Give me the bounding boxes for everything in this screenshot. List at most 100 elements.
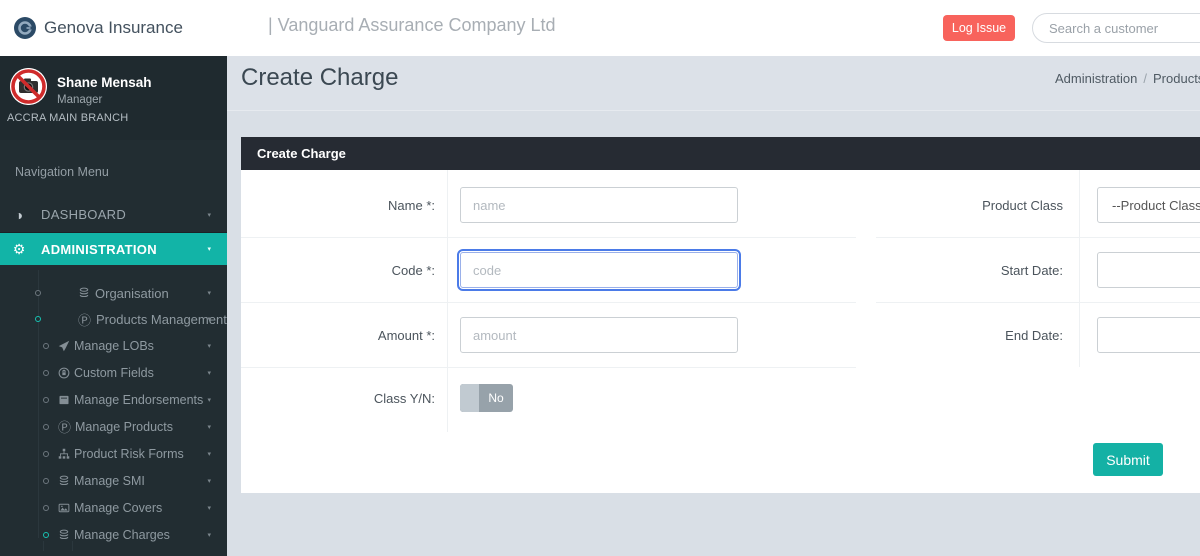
breadcrumb: Administration / Products Management [1055,71,1200,86]
chevron-down-icon: ▾ [207,504,211,512]
sidebar-item-label: Manage LOBs [74,339,154,353]
sidebar-item-label: Manage SMI [74,474,145,488]
class-yn-toggle[interactable]: No [460,384,513,412]
page-title: Create Charge [241,64,398,92]
user-panel: Shane Mensah Manager ACCRA MAIN BRANCH [0,56,227,140]
sidebar-item-dashboard[interactable]: ◑ DASHBOARD ▾ [0,197,227,232]
bullet-icon [43,343,49,349]
sidebar-item-manage-lobs[interactable]: Manage LOBs ▾ [0,332,227,359]
chevron-down-icon: ▾ [207,423,211,431]
end-date-input[interactable] [1097,317,1200,353]
customer-search-input[interactable] [1032,13,1200,43]
sidebar-item-label: Manage Products [75,420,173,434]
name-input[interactable] [460,187,738,223]
sitemap-icon [58,448,70,460]
toggle-state-label: No [479,384,513,412]
sidebar-item-label: Organisation [95,286,169,301]
column-divider [447,170,448,432]
chevron-down-icon: ▾ [207,450,211,458]
gear-icon: ⚙ [10,241,28,258]
dashboard-icon: ◑ [10,207,28,223]
chevron-down-icon: ▾ [207,315,211,323]
bullet-icon [43,424,49,430]
chevron-down-icon: ▾ [207,477,211,485]
sidebar-item-manage-covers[interactable]: Manage Covers ▾ [0,494,227,521]
breadcrumb-separator: / [1143,71,1147,86]
lock-circle-icon [58,367,70,379]
chevron-down-icon: ▾ [207,396,211,404]
user-branch: ACCRA MAIN BRANCH [7,112,128,124]
bullet-icon [35,316,41,322]
sidebar-item-products-management[interactable]: Ⓟ Products Management ▾ [0,306,227,332]
sidebar-item-label: Manage Charges [74,528,170,542]
chevron-down-icon: ▾ [207,369,211,377]
bullet-icon [43,478,49,484]
bullet-icon [43,397,49,403]
chevron-down-icon: ▾ [207,342,211,350]
sidebar-item-label: Product Risk Forms [74,447,184,461]
brand-name: Genova Insurance [44,18,183,38]
sidebar-item-product-risk-forms[interactable]: Product Risk Forms ▾ [0,440,227,467]
brand-logo-icon [13,16,37,40]
amount-input[interactable] [460,317,738,353]
company-title: | Vanguard Assurance Company Ltd [268,15,556,36]
user-role: Manager [57,94,102,106]
sidebar-item-manage-charges[interactable]: Manage Charges ▾ [0,521,227,548]
paper-plane-icon [58,340,70,352]
sidebar-item-manage-products[interactable]: Ⓟ Manage Products ▾ [0,413,227,440]
sidebar-item-manage-endorsements[interactable]: Manage Endorsements ▾ [0,386,227,413]
breadcrumb-section[interactable]: Administration [1055,71,1137,86]
column-divider [1079,170,1080,367]
start-date-input[interactable] [1097,252,1200,288]
breadcrumb-page: Products Management [1153,71,1200,86]
sidebar-item-label: Manage Covers [74,501,162,515]
chevron-down-icon: ▾ [207,531,211,539]
avatar [10,68,47,105]
nav-menu-header: Navigation Menu [0,140,227,179]
row-divider [241,302,856,303]
coins-icon [78,287,90,299]
sidebar-item-custom-fields[interactable]: Custom Fields ▾ [0,359,227,386]
sidebar-item-organisation[interactable]: Organisation ▾ [0,280,227,306]
code-label: Code *: [255,263,435,278]
note-icon [58,394,70,406]
sidebar-item-manage-smi[interactable]: Manage SMI ▾ [0,467,227,494]
chevron-down-icon: ▾ [207,289,211,297]
chevron-down-icon: ▾ [207,245,211,253]
p-circle-icon: Ⓟ [78,310,91,329]
product-class-select[interactable]: --Product Class-- [1097,187,1200,223]
sidebar: Shane Mensah Manager ACCRA MAIN BRANCH N… [0,56,227,556]
log-issue-button[interactable]: Log Issue [943,15,1015,41]
sidebar-item-label: ADMINISTRATION [41,242,157,257]
administration-submenu: Organisation ▾ Ⓟ Products Management ▾ M… [0,265,227,548]
class-yn-label: Class Y/N: [255,391,435,406]
brand[interactable]: Genova Insurance [13,0,183,56]
coins-icon [58,475,70,487]
bullet-icon [43,451,49,457]
row-divider [876,237,1200,238]
sidebar-item-administration[interactable]: ⚙ ADMINISTRATION ▾ [0,232,227,265]
bullet-icon [43,532,49,538]
submit-button[interactable]: Submit [1093,443,1163,476]
tree-line [72,541,73,551]
end-date-label: End Date: [883,328,1063,343]
toggle-handle-icon [460,384,479,412]
row-divider [241,367,856,368]
image-card-icon [58,502,70,514]
user-name: Shane Mensah [57,75,152,90]
p-circle-icon: Ⓟ [58,417,71,436]
bullet-icon [35,290,41,296]
code-input[interactable] [460,252,738,288]
bullet-icon [43,370,49,376]
row-divider [876,302,1200,303]
name-label: Name *: [255,198,435,213]
start-date-label: Start Date: [883,263,1063,278]
sidebar-item-label: Custom Fields [74,366,154,380]
app-window: Genova Insurance | Vanguard Assurance Co… [0,0,1200,556]
product-class-label: Product Class [883,198,1063,213]
sidebar-item-label: Manage Endorsements [74,393,203,407]
coins-icon [58,529,70,541]
content-header-divider [227,110,1200,111]
create-charge-form: Name *: Code *: Amount *: Class Y/N: No … [241,170,1200,493]
amount-label: Amount *: [255,328,435,343]
